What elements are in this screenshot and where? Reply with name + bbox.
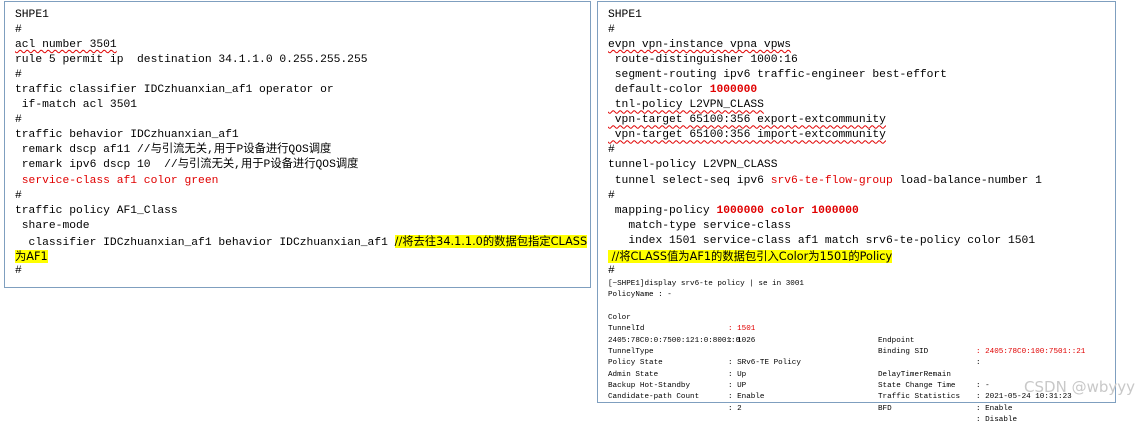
color-value: 1000000 [709,84,758,97]
config-text: tunnel select-seq ipv6 [608,174,771,187]
field-value: : 2 [728,404,742,413]
comment-highlight: 为AF1 [15,249,48,263]
config-line: match-type service-class [608,219,792,232]
terminal-row: Admin State : UP Traffic Statistics : En… [608,358,1114,413]
config-line: # [15,24,22,37]
config-line: # [608,24,615,37]
config-line: mapping-policy 1000000 color 1000000 [608,204,1109,219]
config-line: //将CLASS值为AF1的数据包引入Color为1501的Policy [608,249,1109,264]
field-value: : Enable [976,404,1013,413]
config-line: # [15,114,22,127]
terminal-row: 2405:78C0:0:7500:121:0:8001:0 [608,324,1114,345]
config-line: vpn-target 65100:356 export-extcommunity [608,113,1109,128]
config-line: index 1501 service-class af1 match srv6-… [608,234,1036,247]
config-text: vpn-target 65100:356 import-extcommunity [608,129,886,142]
config-line: tunnel select-seq ipv6 srv6-te-flow-grou… [608,174,1109,189]
config-text: acl number 3501 [15,39,117,52]
config-text: default-color [608,84,710,97]
field-value: : Enable [728,393,765,402]
config-line: # [608,144,615,157]
config-line: remark ipv6 dscp 10 //与引流无关,用于P设备进行QOS调度 [15,159,359,172]
left-config-text: SHPE1 # acl number 3501 rule 5 permit ip… [15,8,588,279]
terminal-row: Color : 1501 Endpoint : 2405:78C0:100:75… [608,302,1114,356]
config-line-highlighted: service-class af1 color green [15,174,219,187]
field-label: Candidate-path Count [608,393,700,402]
mapping-color-value: 1000000 color 1000000 [716,204,859,217]
config-line: # [15,264,22,277]
config-line: acl number 3501 [15,38,584,53]
config-line: remark dscp af11 //与引流无关,用于P设备进行QOS调度 [15,144,332,157]
config-line: traffic behavior IDCzhuanxian_af1 [15,129,239,142]
terminal-policy-name: PolicyName : - [608,291,672,300]
config-line: # [608,264,615,277]
config-line: traffic classifier IDCzhuanxian_af1 oper… [15,84,334,97]
terminal-row: Policy State : Up State Change Time : 20… [608,347,1114,401]
config-line: evpn vpn-instance vpna vpws [608,38,1109,53]
config-line: # [15,189,22,202]
config-line: traffic policy AF1_Class [15,204,178,217]
config-text: classifier IDCzhuanxian_af1 behavior IDC… [15,236,395,249]
comment-highlight: //将CLASS值为AF1的数据包引入Color为1501的Policy [608,249,893,263]
field-value: : Disable [976,416,1018,425]
config-text: tnl-policy L2VPN_CLASS [608,99,764,112]
config-line: # [15,69,22,82]
config-line: default-color 1000000 [608,83,1109,98]
config-line: SHPE1 [15,9,49,21]
config-line: tunnel-policy L2VPN_CLASS [608,159,778,172]
config-line: classifier IDCzhuanxian_af1 behavior IDC… [15,234,588,249]
config-line: segment-routing ipv6 traffic-engineer be… [608,69,947,82]
config-line: route-distinguisher 1000:16 [608,54,798,67]
config-text: evpn vpn-instance vpna vpws [608,39,792,52]
flow-group-keyword: srv6-te-flow-group [770,174,893,187]
terminal-output: [~SHPE1]display srv6-te policy | se in 3… [608,279,1114,424]
config-line: rule 5 permit ip destination 34.1.1.0 0.… [15,54,368,67]
terminal-row: TunnelType : SRv6-TE Policy DelayTimerRe… [608,336,1114,390]
terminal-prompt: [~SHPE1]display srv6-te policy | se in 3… [608,280,804,288]
config-line: # [608,189,615,202]
config-line: tnl-policy L2VPN_CLASS [608,98,1109,113]
field-label: BFD [878,404,892,413]
field-label: Traffic Statistics [878,393,961,402]
config-text: load-balance-number 1 [892,174,1042,187]
config-line: if-match acl 3501 [15,99,138,112]
left-config-panel: SHPE1 # acl number 3501 rule 5 permit ip… [4,1,591,288]
config-text: mapping-policy [608,204,717,217]
config-line: vpn-target 65100:356 import-extcommunity [608,128,1109,143]
config-text: vpn-target 65100:356 export-extcommunity [608,114,886,127]
right-config-panel: SHPE1 # evpn vpn-instance vpna vpws rout… [597,1,1116,424]
terminal-row: TunnelId : 1026 Binding SID : [608,313,1114,367]
comment-highlight: //将去往34.1.1.0的数据包指定CLASS [394,234,588,248]
config-line: 为AF1 [15,249,584,264]
watermark: CSDN @wbyyy [1024,378,1135,396]
config-line: share-mode [15,219,90,232]
config-line: SHPE1 [608,9,642,21]
right-config-text: SHPE1 # evpn vpn-instance vpna vpws rout… [608,8,1109,279]
